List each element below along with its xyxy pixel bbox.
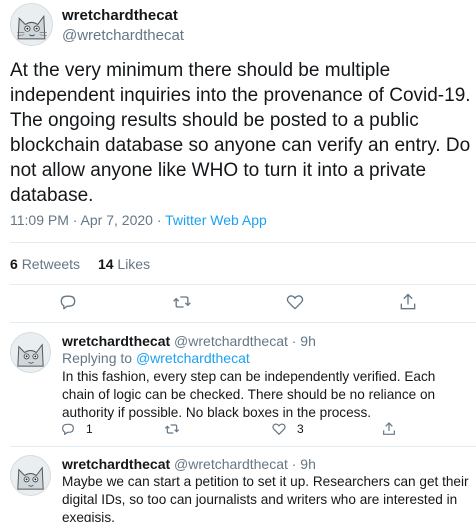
user-handle[interactable]: @wretchardthecat xyxy=(62,27,184,44)
replying-to-mention[interactable]: @wretchardthecat xyxy=(136,350,250,366)
display-name[interactable]: wretchardthecat xyxy=(62,333,170,349)
display-name[interactable]: wretchardthecat xyxy=(62,7,178,24)
reply-button[interactable] xyxy=(58,292,78,312)
cat-avatar-icon xyxy=(11,4,52,45)
engagement-stats: 6 Retweets 14 Likes xyxy=(10,256,164,272)
reply-icon xyxy=(62,423,74,435)
reply-text: In this fashion, every step can be indep… xyxy=(62,369,436,420)
retweet-button[interactable] xyxy=(172,292,192,312)
cat-avatar-icon xyxy=(11,456,50,495)
reply-count: 1 xyxy=(86,422,93,436)
divider xyxy=(10,242,476,243)
heart-icon xyxy=(286,295,304,310)
like-button[interactable] xyxy=(285,292,305,312)
display-name[interactable]: wretchardthecat xyxy=(62,456,170,472)
retweet-icon xyxy=(173,296,191,308)
avatar[interactable] xyxy=(10,3,53,46)
reply-header: wretchardthecat @wretchardthecat · 9h xyxy=(62,456,316,472)
replying-to-label: Replying to xyxy=(62,350,136,366)
avatar[interactable] xyxy=(10,455,51,496)
share-button[interactable] xyxy=(381,421,397,437)
timestamp-text[interactable]: 11:09 PM · Apr 7, 2020 · xyxy=(10,212,165,228)
reply-header: wretchardthecat @wretchardthecat · 9h xyxy=(62,333,316,349)
retweet-icon xyxy=(164,424,180,434)
divider xyxy=(10,322,476,323)
divider xyxy=(10,284,476,285)
handle-time[interactable]: @wretchardthecat · 9h xyxy=(174,333,316,349)
share-button[interactable] xyxy=(398,292,418,312)
like-button[interactable]: 3 xyxy=(271,421,304,437)
likes-label: Likes xyxy=(117,256,151,272)
likes-stat[interactable]: 14 Likes xyxy=(98,256,150,272)
reply-text: Maybe we can start a petition to set it … xyxy=(62,474,469,522)
divider xyxy=(10,446,476,447)
retweet-button[interactable] xyxy=(164,421,180,437)
cat-avatar-icon xyxy=(11,333,50,372)
tweet-text: At the very minimum there should be mult… xyxy=(10,60,471,206)
reply-icon xyxy=(60,295,76,310)
share-icon xyxy=(383,422,395,435)
tweet-timestamp: 11:09 PM · Apr 7, 2020 · Twitter Web App xyxy=(10,212,267,228)
reply-button[interactable]: 1 xyxy=(60,421,93,437)
heart-icon xyxy=(272,423,286,435)
retweets-stat[interactable]: 6 Retweets xyxy=(10,256,80,272)
handle-time[interactable]: @wretchardthecat · 9h xyxy=(174,456,316,472)
replying-to: Replying to @wretchardthecat xyxy=(62,350,250,366)
retweets-count: 6 xyxy=(10,256,18,272)
source-app-link[interactable]: Twitter Web App xyxy=(165,212,267,228)
avatar[interactable] xyxy=(10,332,51,373)
share-icon xyxy=(400,293,416,310)
like-count: 3 xyxy=(297,422,304,436)
retweets-label: Retweets xyxy=(21,256,81,272)
likes-count: 14 xyxy=(97,256,114,272)
